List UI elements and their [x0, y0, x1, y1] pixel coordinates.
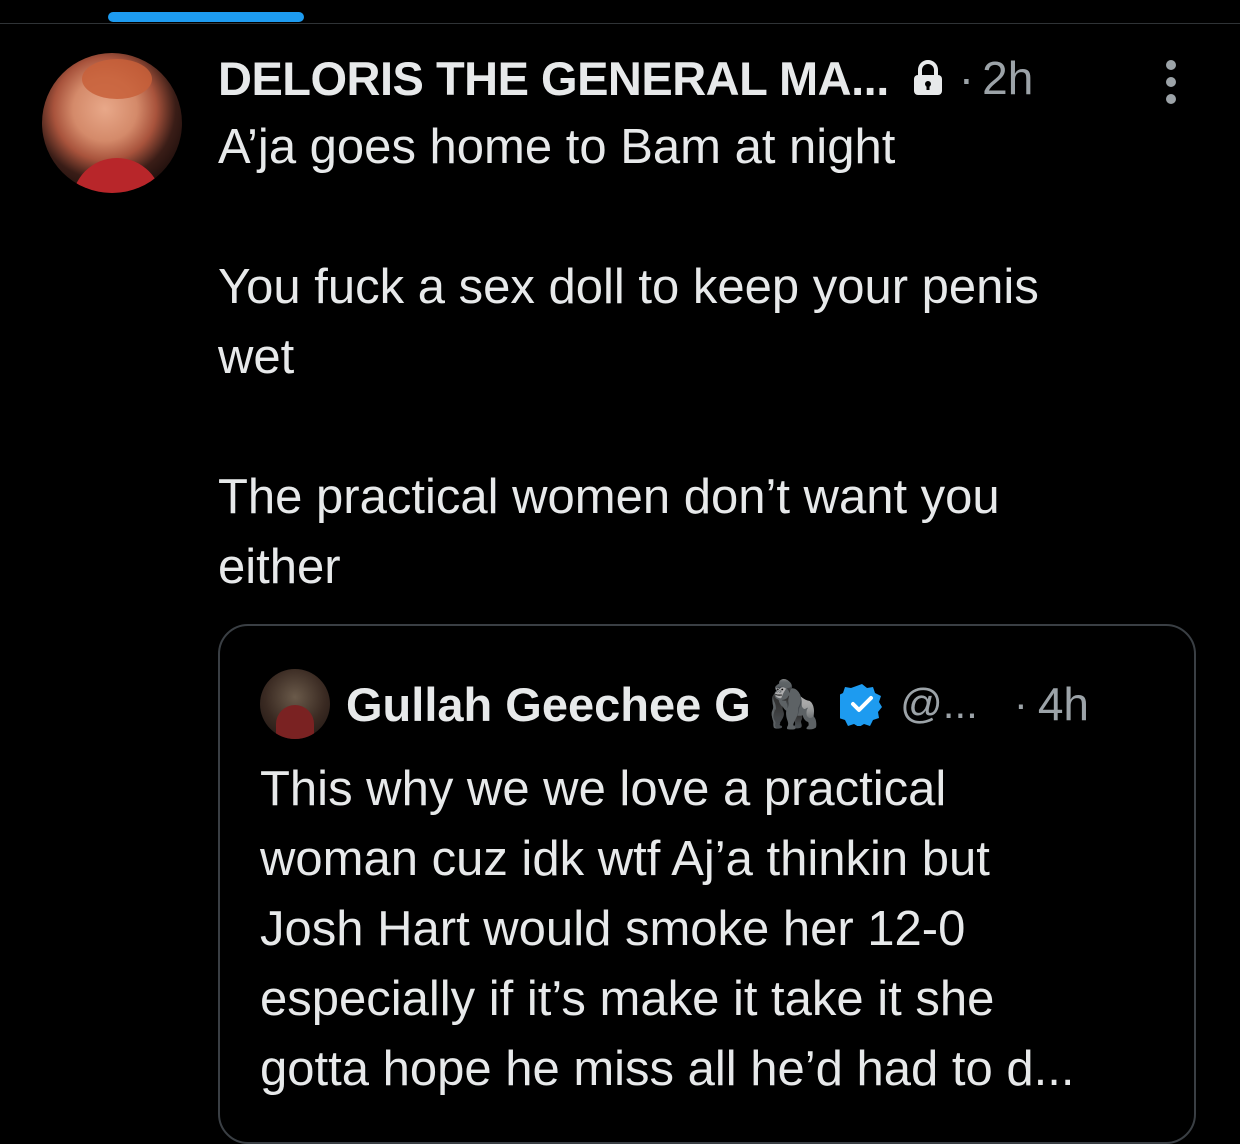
post-timestamp[interactable]: 2h — [982, 51, 1033, 105]
verified-badge-icon — [840, 684, 883, 726]
quoted-post-line: woman cuz idk wtf Aj’a thinkin but — [260, 832, 990, 886]
quoted-header-separator: · — [1013, 680, 1028, 727]
post-line: either — [218, 540, 341, 594]
author-display-name[interactable]: DELORIS THE GENERAL MA... — [218, 51, 889, 106]
gorilla-emoji-icon: 🦍 — [764, 677, 823, 731]
quoted-avatar-shirt — [276, 705, 314, 739]
post-line: A’ja goes home to Bam at night — [218, 120, 896, 174]
top-divider — [0, 23, 1240, 24]
quoted-post-timestamp[interactable]: 4h — [1038, 677, 1089, 731]
quoted-post-line: especially if it’s make it take it she — [260, 972, 995, 1026]
quoted-post-line: Josh Hart would smoke her 12-0 — [260, 902, 966, 956]
quoted-post-line: This why we we love a practical — [260, 762, 947, 816]
header-separator: · — [958, 52, 975, 104]
more-options-icon[interactable] — [1160, 60, 1182, 106]
quoted-author-name[interactable]: Gullah Geechee G — [346, 677, 751, 732]
post-header: DELORIS THE GENERAL MA... · 2h — [218, 48, 1178, 108]
quoted-post-line: gotta hope he miss all he’d had to d... — [260, 1042, 1075, 1096]
active-tab-indicator — [108, 12, 304, 22]
quoted-post-header: Gullah Geechee G 🦍 @... · 4h — [260, 666, 1160, 742]
post-body: A’ja goes home to Bam at night You fuck … — [218, 112, 1158, 602]
quoted-author-avatar[interactable] — [260, 669, 330, 739]
author-avatar[interactable] — [42, 53, 182, 193]
post-line: The practical women don’t want you — [218, 470, 1000, 524]
avatar-shirt — [72, 158, 162, 193]
avatar-hair — [82, 59, 152, 99]
quoted-post-card[interactable]: Gullah Geechee G 🦍 @... · 4h This why we… — [218, 624, 1196, 1144]
post-line: You fuck a sex doll to keep your penis — [218, 260, 1039, 314]
post-line: wet — [218, 330, 295, 384]
lock-icon — [913, 60, 942, 95]
quoted-author-handle[interactable]: @... — [900, 680, 978, 728]
quoted-post-body: This why we we love a practical woman cu… — [260, 754, 1160, 1104]
